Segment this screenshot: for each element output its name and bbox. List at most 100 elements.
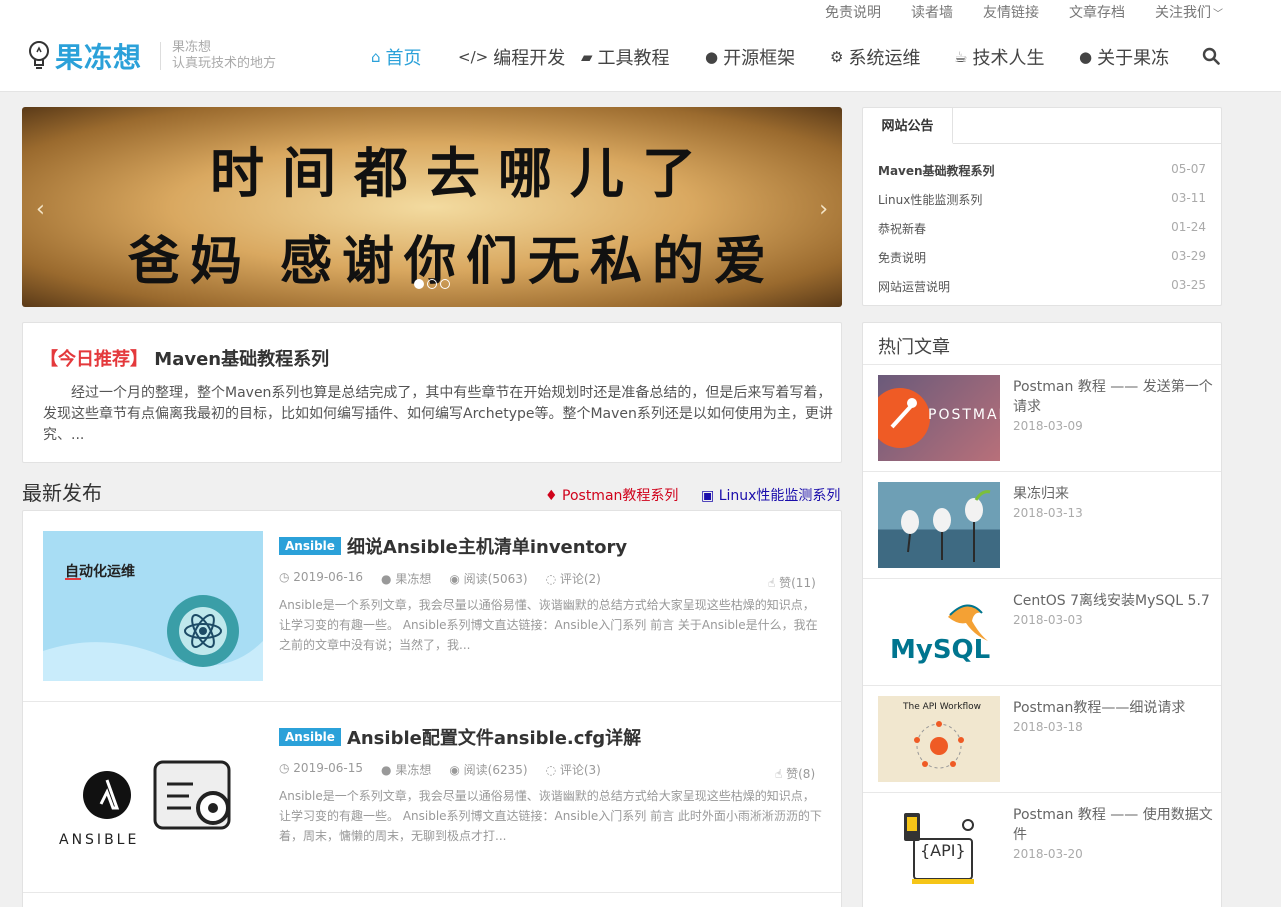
like-button[interactable]: ☝ 赞(11) <box>768 574 816 591</box>
article-thumbnail[interactable]: 自动化运维 <box>43 531 263 681</box>
article-date-text: 2019-06-16 <box>293 570 364 584</box>
hero-carousel[interactable]: 时间都去哪儿了 爸妈 感谢你们无私的爱 ‹ › <box>22 107 842 307</box>
hot-article-item[interactable]: POSTMAN Postman 教程 —— 发送第一个请求 2018-03-09 <box>863 364 1221 471</box>
hot-article-title: Postman 教程 —— 使用数据文件 <box>1013 807 1213 843</box>
hot-article-thumbnail[interactable] <box>878 482 1000 568</box>
article-comments-text: 评论(3) <box>559 763 601 777</box>
article-meta: ◷ 2019-06-16 ● 果冻想 ◉ 阅读(5063) ◌ 评论(2) <box>279 570 601 587</box>
notice-item[interactable]: 恭祝新春 01-24 <box>878 220 1206 237</box>
nav-ops[interactable]: ⚙ 系统运维 <box>830 44 954 70</box>
article-tag[interactable]: Ansible <box>279 728 341 746</box>
home-icon: ⌂ <box>371 48 381 66</box>
notice-item-date: 05-07 <box>1171 162 1206 176</box>
recommend-excerpt: 经过一个月的整理，整个Maven系列也算是总结完成了，其中有些章节在开始规划时还… <box>43 385 833 443</box>
hot-articles-panel: 热门文章 POSTMAN Postman 教程 —— 发送第一个请求 2018-… <box>862 322 1222 907</box>
carousel-dots <box>414 279 450 289</box>
notice-item-date: 01-24 <box>1171 220 1206 234</box>
tagline-line2: 认真玩技术的地方 <box>172 56 277 71</box>
hot-article-date: 2018-03-18 <box>1013 720 1083 734</box>
article-title-text: 细说Ansible主机清单inventory <box>346 537 628 558</box>
hot-article-thumbnail[interactable]: POSTMAN <box>878 375 1000 461</box>
eye-icon: ◉ <box>449 572 464 586</box>
article-author[interactable]: ● 果冻想 <box>381 761 431 778</box>
thumbnail-caption: ANSIBLE <box>59 832 140 848</box>
thumbnail-caption: POSTMAN <box>928 407 1000 423</box>
sprouting-seeds-illustration <box>901 490 991 562</box>
nav-life-label: 技术人生 <box>972 48 1045 69</box>
hot-article-item[interactable]: {API} Postman 教程 —— 使用数据文件 2018-03-20 <box>863 792 1221 899</box>
notice-item[interactable]: 免责说明 03-29 <box>878 249 1206 266</box>
nav-about[interactable]: ● 关于果冻 <box>1079 44 1179 70</box>
notice-item[interactable]: Maven基础教程系列 05-07 <box>878 162 1206 179</box>
notice-item-label: 网站运营说明 <box>878 280 951 294</box>
thumbnail-caption: MySQL <box>890 635 991 665</box>
article-tag[interactable]: Ansible <box>279 537 341 555</box>
recommend-title[interactable]: 【今日推荐】 Maven基础教程系列 <box>40 345 329 371</box>
site-logo[interactable]: 果冻想 <box>55 36 142 76</box>
hot-article-item[interactable]: The API Workflow Postman教程——细说请求 2018-03… <box>863 685 1221 792</box>
hot-article-thumbnail[interactable]: MySQL <box>878 589 1000 675</box>
code-icon: </> <box>458 48 489 66</box>
book-icon: ▰ <box>581 48 593 66</box>
like-button[interactable]: ☝ 赞(8) <box>775 765 815 782</box>
hot-article-date: 2018-03-20 <box>1013 847 1083 861</box>
nav-programming[interactable]: </> 编程开发 <box>458 44 581 70</box>
notice-item-date: 03-11 <box>1171 191 1206 205</box>
article-author[interactable]: ● 果冻想 <box>381 570 431 587</box>
article-comments[interactable]: ◌ 评论(3) <box>546 761 601 778</box>
hot-articles-heading: 热门文章 <box>878 337 950 358</box>
user-icon: ● <box>381 572 396 586</box>
hot-article-thumbnail[interactable]: The API Workflow <box>878 696 1000 782</box>
topnav-follow-label: 关注我们 <box>1155 5 1211 21</box>
carousel-dot[interactable] <box>427 279 437 289</box>
topnav-links[interactable]: 友情链接 <box>983 2 1039 22</box>
clock-icon: ◷ <box>279 570 294 584</box>
nav-tools-label: 工具教程 <box>597 48 670 69</box>
linux-series-link[interactable]: ▣ Linux性能监测系列 <box>701 485 840 505</box>
article-excerpt: Ansible是一个系列文章，我会尽量以通俗易懂、诙谐幽默的总结方式给大家呈现这… <box>279 598 818 652</box>
topnav-readers[interactable]: 读者墙 <box>911 2 953 22</box>
nav-life[interactable]: ☕ 技术人生 <box>954 44 1079 70</box>
tagline-line1: 果冻想 <box>172 40 212 55</box>
hot-article-date: 2018-03-13 <box>1013 506 1083 520</box>
notice-panel: 网站公告 Maven基础教程系列 05-07 Linux性能监测系列 03-11 恭… <box>862 107 1222 306</box>
article-title[interactable]: Ansible 细说Ansible主机清单inventory <box>279 533 627 559</box>
thumbnail-caption: 自动化运维 <box>65 564 135 580</box>
hot-article-item[interactable]: MySQL CentOS 7离线安装MySQL 5.7 2018-03-03 <box>863 578 1221 685</box>
carousel-dot[interactable] <box>414 279 424 289</box>
hot-article-title: 果冻归来 <box>1013 486 1069 502</box>
hot-article-date: 2018-03-03 <box>1013 613 1083 627</box>
linux-series-label: Linux性能监测系列 <box>718 488 841 504</box>
nav-opensource[interactable]: ● 开源框架 <box>705 44 830 70</box>
article-comments[interactable]: ◌ 评论(2) <box>546 570 601 587</box>
main-nav: ⌂ 首页 </> 编程开发 ▰ 工具教程 ● 开源框架 ⚙ 系统运维 ☕ 技术人生 ● 关于果… <box>371 44 1179 70</box>
comment-icon: ◌ <box>545 763 560 777</box>
carousel-prev-icon[interactable]: ‹ <box>36 197 45 222</box>
article-thumbnail[interactable]: ANSIBLE <box>43 722 263 872</box>
recommend-panel: 【今日推荐】 Maven基础教程系列 经过一个月的整理，整个Maven系列也算是… <box>22 322 842 463</box>
ansible-logo-illustration <box>83 760 231 830</box>
nav-ops-label: 系统运维 <box>848 48 921 69</box>
article-list: 自动化运维 Ansible 细说Ansible主机清单inventory ◷ 20… <box>22 510 842 907</box>
topnav-follow[interactable]: 关注我们 ﹀ <box>1155 2 1223 22</box>
postman-series-link[interactable]: ♦ Postman教程系列 <box>545 485 678 505</box>
nav-home[interactable]: ⌂ 首页 <box>371 44 458 70</box>
latest-heading: 最新发布 <box>22 481 102 505</box>
topnav-disclaimer[interactable]: 免责说明 <box>825 2 881 22</box>
search-icon[interactable] <box>1202 47 1220 65</box>
hot-article-title: Postman 教程 —— 发送第一个请求 <box>1013 379 1213 415</box>
notice-item[interactable]: 网站运营说明 03-25 <box>878 278 1206 295</box>
notice-item-date: 03-29 <box>1171 249 1206 263</box>
hot-article-thumbnail[interactable]: {API} <box>878 803 1000 889</box>
notice-tab[interactable]: 网站公告 <box>863 108 953 144</box>
carousel-dot[interactable] <box>440 279 450 289</box>
article-title[interactable]: Ansible Ansible配置文件ansible.cfg详解 <box>279 724 641 750</box>
topnav-archive[interactable]: 文章存档 <box>1069 2 1125 22</box>
hot-article-item[interactable]: 果冻归来 2018-03-13 <box>863 471 1221 578</box>
nav-tools[interactable]: ▰ 工具教程 <box>581 44 705 70</box>
notice-item[interactable]: Linux性能监测系列 03-11 <box>878 191 1206 208</box>
article-excerpt: Ansible是一个系列文章，我会尽量以通俗易懂、诙谐幽默的总结方式给大家呈现这… <box>279 789 822 843</box>
article-meta: ◷ 2019-06-15 ● 果冻想 ◉ 阅读(6235) ◌ 评论(3) <box>279 761 601 778</box>
carousel-next-icon[interactable]: › <box>819 197 828 222</box>
github-icon: ● <box>705 48 719 66</box>
